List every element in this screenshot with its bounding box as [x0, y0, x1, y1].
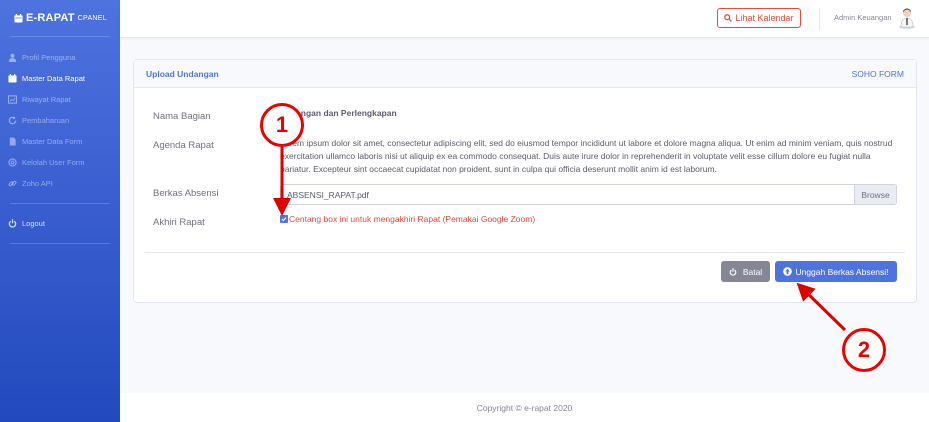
berkas-absensi-input[interactable]: ABSENSI_RAPAT.pdf Browse [280, 184, 897, 205]
sidebar-item-label: Master Data Form [22, 137, 83, 146]
berkas-absensi-label: Berkas Absensi [153, 188, 219, 199]
sidebar-item-pembaharuan[interactable]: Pembaharuan [0, 110, 120, 131]
file-name: ABSENSI_RAPAT.pdf [287, 190, 369, 200]
avatar[interactable] [898, 7, 916, 29]
sidebar-item-logout[interactable]: Logout [0, 213, 120, 234]
at-icon [8, 158, 17, 167]
user-icon [8, 53, 17, 62]
sidebar-item-profil-pengguna[interactable]: Profil Pengguna [0, 47, 120, 68]
file-icon [9, 137, 16, 146]
chart-icon [8, 95, 17, 104]
card-title: Upload Undangan [146, 69, 219, 79]
sidebar-divider [10, 203, 110, 204]
browse-button[interactable]: Browse [854, 185, 896, 204]
unggah-label: Unggah Berkas Absensi! [795, 266, 889, 277]
agenda-rapat-label: Agenda Rapat [153, 140, 214, 151]
sidebar: E-RAPAT CPANEL Profil Pengguna Master Da… [0, 0, 120, 422]
sidebar-item-master-data-rapat[interactable]: Master Data Rapat [0, 68, 120, 89]
sidebar-item-label: Profil Pengguna [22, 53, 76, 62]
form-divider [145, 252, 905, 253]
topbar: Lihat Kalendar Admin Keuangan [120, 0, 929, 38]
batal-label: Batal [742, 266, 763, 277]
sidebar-item-label: Zoho API [22, 179, 53, 188]
annotation-marker-2: 2 [842, 328, 886, 372]
footer: Copyright © e-rapat 2020 [120, 393, 929, 422]
lihat-kalendar-label: Lihat Kalendar [735, 13, 794, 23]
card-header-right: SOHO FORM [851, 69, 904, 79]
user-name[interactable]: Admin Keuangan [834, 13, 892, 22]
brand-name: E-RAPAT [26, 12, 75, 24]
sidebar-item-kelolah-user-form[interactable]: Kelolah User Form [0, 152, 120, 173]
nama-bagian-label: Nama Bagian [153, 111, 211, 122]
akhiri-rapat-checkbox-label[interactable]: Centang box ini untuk mengakhiri Rapat (… [289, 214, 535, 224]
sidebar-nav: Profil Pengguna Master Data Rapat Riwaya… [0, 47, 120, 244]
annotation-marker-1: 1 [260, 103, 304, 147]
sidebar-item-riwayat-rapat[interactable]: Riwayat Rapat [0, 89, 120, 110]
upload-icon [783, 267, 793, 276]
calendar-icon [8, 74, 17, 83]
sidebar-divider [10, 36, 110, 37]
sidebar-item-label: Pembaharuan [22, 116, 70, 125]
refresh-icon [8, 116, 17, 125]
brand-sub: CPANEL [77, 14, 107, 22]
batal-button[interactable]: Batal [721, 261, 770, 282]
sidebar-item-label: Kelolah User Form [22, 158, 85, 167]
check-icon [281, 217, 287, 222]
search-icon [724, 14, 733, 22]
sidebar-brand[interactable]: E-RAPAT CPANEL [0, 0, 120, 36]
copyright-text: Copyright © e-rapat 2020 [476, 402, 573, 413]
sidebar-item-label: Master Data Rapat [22, 74, 85, 83]
power-icon [729, 267, 737, 276]
calendar-icon [14, 13, 23, 23]
akhiri-rapat-label: Akhiri Rapat [153, 217, 205, 228]
card-header: Upload Undangan SOHO FORM [134, 60, 916, 88]
sidebar-item-master-data-form[interactable]: Master Data Form [0, 131, 120, 152]
akhiri-rapat-checkbox[interactable] [280, 215, 288, 223]
sidebar-item-label: Riwayat Rapat [22, 95, 71, 104]
topbar-divider [819, 8, 820, 30]
sidebar-item-zoho-api[interactable]: Zoho API [0, 173, 120, 194]
agenda-rapat-value: Lorem ipsum dolor sit amet, consectetur … [280, 138, 893, 174]
lihat-kalendar-button[interactable]: Lihat Kalendar [717, 8, 801, 28]
sidebar-divider [10, 243, 110, 244]
power-icon [8, 219, 17, 228]
unggah-berkas-button[interactable]: Unggah Berkas Absensi! [775, 261, 897, 282]
sidebar-item-label: Logout [22, 219, 45, 228]
link-icon [8, 180, 17, 187]
